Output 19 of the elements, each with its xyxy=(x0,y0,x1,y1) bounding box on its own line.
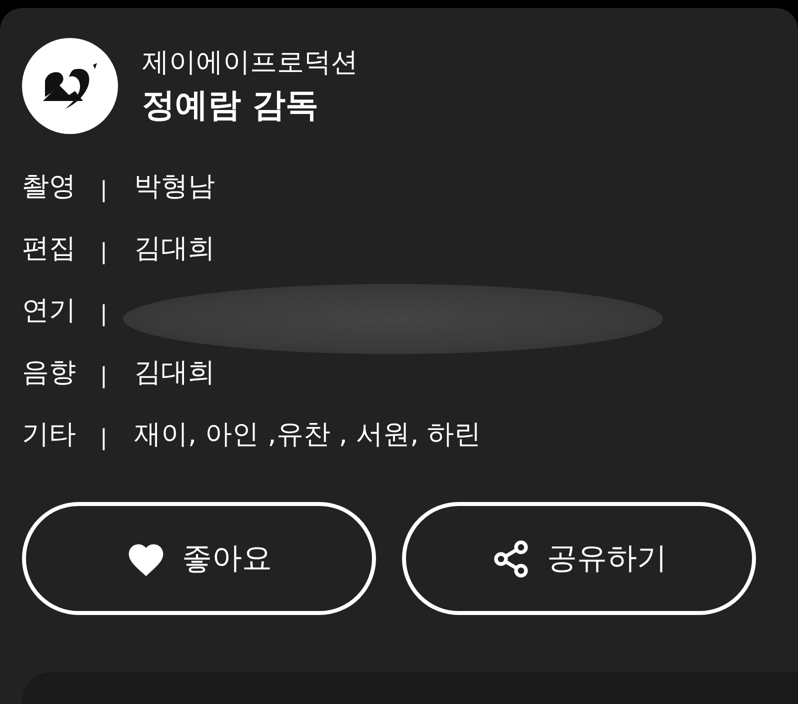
like-button[interactable]: 좋아요 xyxy=(22,502,376,615)
credit-label: 편집 xyxy=(22,232,77,266)
separator: | xyxy=(99,176,108,202)
share-icon xyxy=(491,538,531,578)
separator: | xyxy=(99,362,108,388)
credit-value: 김대희 xyxy=(134,356,215,390)
separator: | xyxy=(99,238,108,264)
credit-label: 음향 xyxy=(22,356,77,390)
credit-value: 박형남 xyxy=(134,170,215,204)
separator: | xyxy=(99,300,108,326)
company-name: 제이에이프로덕션 xyxy=(142,46,358,80)
credit-label: 연기 xyxy=(22,294,77,328)
credit-label: 기타 xyxy=(22,418,77,452)
credit-value: 김대희 xyxy=(134,232,215,266)
share-button[interactable]: 공유하기 xyxy=(402,502,756,615)
separator: | xyxy=(99,424,108,450)
credit-label: 촬영 xyxy=(22,170,77,204)
director-name: 정예람 감독 xyxy=(142,84,320,126)
credit-value: 재이, 아인 ,유찬 , 서원, 하린 xyxy=(134,418,482,452)
